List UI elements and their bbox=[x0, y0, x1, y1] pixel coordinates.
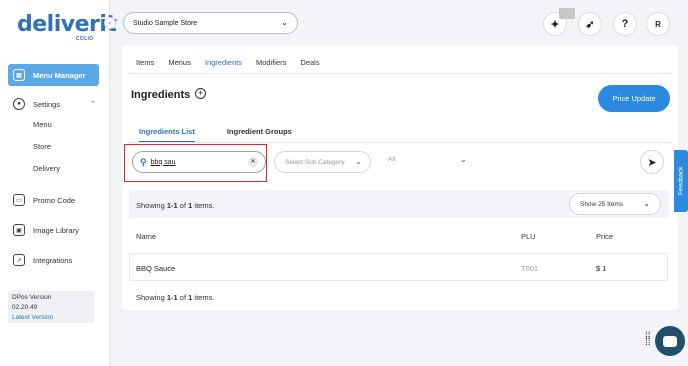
column-header-name[interactable]: Name bbox=[136, 232, 156, 241]
main-card: Items Menus Ingredients Modifiers Deals … bbox=[122, 45, 678, 310]
version-label: DPos Version bbox=[12, 294, 52, 301]
top-tabs: Items Menus Ingredients Modifiers Deals bbox=[136, 58, 334, 74]
chevron-down-icon: ⌄ bbox=[355, 157, 362, 166]
sidebar-item-label: Image Library bbox=[33, 225, 79, 235]
chevron-down-icon[interactable]: ⌄ bbox=[460, 155, 467, 164]
cursor-icon[interactable]: ➤ bbox=[640, 150, 664, 174]
deliverit-logo[interactable]: deliverit bbox=[17, 12, 117, 37]
clear-search-icon[interactable]: ✕ bbox=[248, 157, 258, 167]
sidebar-item-promo-code[interactable]: ▭ Promo Code bbox=[8, 189, 99, 211]
sidebar-sub-delivery[interactable]: Delivery bbox=[33, 164, 60, 173]
sidebar-item-label: Settings bbox=[33, 99, 61, 109]
image-icon: ▣ bbox=[13, 224, 25, 236]
tab-ingredients[interactable]: Ingredients bbox=[204, 58, 242, 74]
gear-icon: ● bbox=[13, 98, 25, 110]
sidebar-item-settings[interactable]: ● Settings bbox=[8, 93, 99, 115]
search-icon: ⚲ bbox=[140, 156, 147, 167]
cell-plu: T001 bbox=[521, 264, 539, 273]
sidebar-item-integrations[interactable]: ↗ Integrations bbox=[8, 249, 99, 271]
collapse-sidebar-button[interactable]: ‹ bbox=[104, 17, 116, 29]
help-icon[interactable]: ? bbox=[613, 12, 637, 36]
store-select[interactable]: Studio Sample Store ⌄ bbox=[123, 12, 298, 34]
user-avatar[interactable]: R bbox=[646, 12, 670, 36]
pagination-bar: Showing 1-1 of 1 items. Show 25 Items ⌄ bbox=[129, 190, 669, 218]
sub-tabs: Ingredients List Ingredient Groups bbox=[139, 127, 324, 142]
sidebar-item-label: Promo Code bbox=[33, 195, 76, 205]
add-icon[interactable]: + bbox=[195, 88, 206, 99]
page-size-value: Show 25 Items bbox=[580, 200, 623, 208]
integrations-icon: ↗ bbox=[13, 254, 25, 266]
drag-handle-icon[interactable]: ⁞⁞ ⁞⁞ bbox=[645, 332, 651, 348]
column-header-price[interactable]: Price bbox=[596, 232, 613, 241]
sidebar-item-label: Integrations bbox=[33, 255, 73, 265]
logo-subtitle: COLIO bbox=[76, 36, 94, 42]
rocket-icon[interactable]: ➶ bbox=[578, 12, 602, 36]
sidebar: deliverit COLIO ▤ Menu Manager ● Setting… bbox=[0, 0, 117, 366]
tab-modifiers[interactable]: Modifiers bbox=[256, 58, 286, 74]
sidebar-item-menu-manager[interactable]: ▤ Menu Manager bbox=[8, 64, 99, 86]
version-box: DPos Version 02.20.49 Latest Version bbox=[8, 291, 94, 323]
table-row[interactable]: BBQ Sauce T001 $ 1 bbox=[129, 253, 668, 281]
tabs-divider bbox=[129, 73, 671, 74]
sidebar-sub-menu[interactable]: Menu bbox=[33, 120, 52, 129]
all-filter-select[interactable]: All bbox=[388, 156, 395, 163]
tab-ingredient-groups[interactable]: Ingredient Groups bbox=[227, 127, 292, 142]
sidebar-item-label: Menu Manager bbox=[33, 70, 86, 80]
menu-manager-icon: ▤ bbox=[13, 69, 25, 81]
sub-category-select[interactable]: Select Sub Category ⌄ bbox=[274, 151, 371, 173]
feedback-tab[interactable]: Feedback bbox=[674, 150, 688, 212]
chat-button[interactable] bbox=[655, 326, 685, 356]
tab-ingredients-list[interactable]: Ingredients List bbox=[139, 127, 195, 142]
chevron-down-icon: ⌄ bbox=[281, 18, 288, 27]
chevron-up-icon[interactable]: ⌃ bbox=[90, 100, 96, 108]
showing-count-bottom: Showing 1-1 of 1 items. bbox=[136, 293, 215, 302]
sub-category-placeholder: Select Sub Category bbox=[285, 158, 345, 166]
search-input-value: bbq sau bbox=[150, 158, 176, 166]
subtabs-divider bbox=[129, 142, 671, 143]
promo-icon: ▭ bbox=[13, 194, 25, 206]
tab-menus[interactable]: Menus bbox=[168, 58, 191, 74]
tab-deals[interactable]: Deals bbox=[300, 58, 319, 74]
search-input[interactable]: ⚲ bbq sau ✕ bbox=[132, 151, 266, 173]
version-number: 02.20.49 bbox=[12, 304, 38, 311]
cell-name: BBQ Sauce bbox=[136, 264, 176, 273]
showing-count-top: Showing 1-1 of 1 items. bbox=[136, 201, 215, 210]
sidebar-sub-store[interactable]: Store bbox=[33, 142, 51, 151]
chat-icon bbox=[663, 335, 677, 347]
notification-badge bbox=[559, 8, 575, 19]
page-size-select[interactable]: Show 25 Items ⌄ bbox=[569, 193, 661, 215]
cell-price: $ 1 bbox=[596, 264, 607, 273]
store-select-value: Studio Sample Store bbox=[133, 19, 198, 27]
price-update-button[interactable]: Price Update bbox=[598, 85, 670, 112]
tab-items[interactable]: Items bbox=[136, 58, 154, 74]
column-header-plu[interactable]: PLU bbox=[521, 232, 536, 241]
page-title: Ingredients bbox=[131, 89, 191, 101]
sidebar-item-image-library[interactable]: ▣ Image Library bbox=[8, 219, 99, 241]
latest-version-link[interactable]: Latest Version bbox=[12, 313, 90, 323]
chevron-down-icon: ⌄ bbox=[643, 199, 650, 208]
